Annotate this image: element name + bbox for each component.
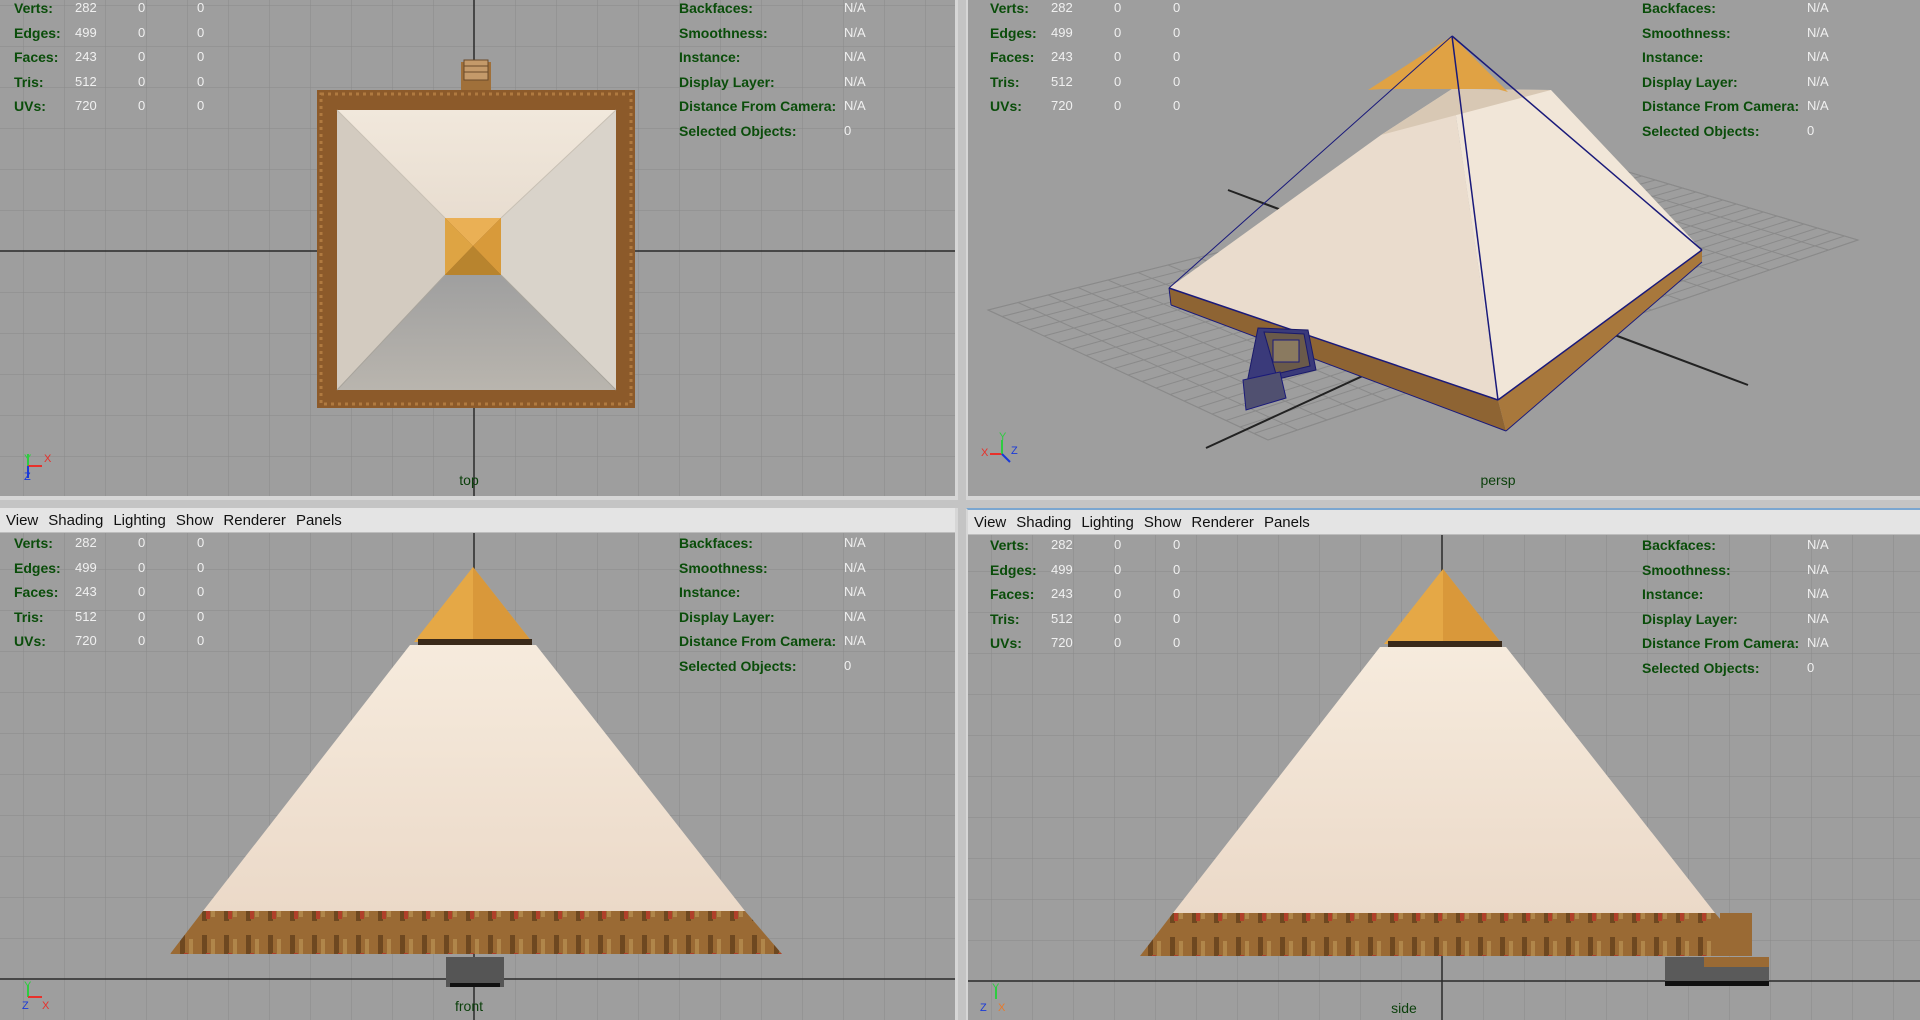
menu-renderer[interactable]: Renderer [220,512,293,529]
pyramid-top-view[interactable] [317,59,635,408]
axis-gizmo-icon: Y Z X [980,982,1006,1014]
info-hud-side: Backfaces: N/A Smoothness: N/A Instance: N/… [1642,537,1829,676]
svg-text:Y: Y [24,453,32,465]
viewport-top[interactable]: Verts: 282 0 0 Edges: 499 0 0 Faces: 243 0 0 Tris… [0,0,958,500]
menu-lighting[interactable]: Lighting [1078,514,1141,531]
viewport-menubar: View Shading Lighting Show Renderer Pane… [0,508,955,533]
axis-gizmo-icon: Y Z X [22,980,50,1012]
viewport-persp[interactable]: Verts: 282 0 0 Edges: 499 0 0 Faces: 243 0 0 Tris… [966,0,1920,500]
stats-hud-side: Verts: 282 0 0 Edges: 499 0 0 Faces: 243 0 0 Tris… [990,537,1181,651]
menu-panels[interactable]: Panels [293,512,349,529]
menu-shading[interactable]: Shading [1013,514,1078,531]
camera-label-top: top [459,472,479,488]
camera-label-front: front [454,998,483,1014]
pyramid-persp-view[interactable] [1168,35,1703,432]
svg-text:Z: Z [980,1002,987,1014]
stats-hud: Verts: 282 0 0 Edges: 499 0 0 Faces: 243 0 0 Tris… [14,0,205,114]
svg-text:Z: Z [22,1000,29,1012]
svg-text:Y: Y [992,982,1000,994]
svg-text:Y: Y [999,432,1007,443]
info-hud-persp: Backfaces: N/A Smoothness: N/A Instance: N/… [1642,0,1829,139]
camera-label-side: side [1391,1000,1417,1016]
svg-text:Y: Y [24,980,32,992]
menu-view[interactable]: View [3,512,45,529]
viewport-front[interactable]: View Shading Lighting Show Renderer Pane… [0,508,958,1020]
menu-lighting[interactable]: Lighting [110,512,173,529]
svg-text:Z: Z [1011,445,1018,457]
svg-text:X: X [44,453,52,465]
stats-hud-persp: Verts: 282 0 0 Edges: 499 0 0 Faces: 243 0 0 Tris… [990,0,1181,114]
menu-show[interactable]: Show [1141,514,1189,531]
menu-renderer[interactable]: Renderer [1188,514,1261,531]
camera-label-persp: persp [1480,472,1516,488]
svg-text:Z: Z [24,471,31,483]
info-hud: Backfaces: N/A Smoothness: N/A Instance: N/… [679,0,866,139]
axis-gizmo-icon: X Y Z [981,432,1018,463]
menu-view[interactable]: View [971,514,1013,531]
menu-panels[interactable]: Panels [1261,514,1317,531]
svg-text:X: X [42,1000,50,1012]
viewport-menubar: View Shading Lighting Show Renderer Pane… [968,510,1920,535]
menu-show[interactable]: Show [173,512,221,529]
axis-gizmo-icon: Y X Z [24,453,52,483]
menu-shading[interactable]: Shading [45,512,110,529]
info-hud-front: Backfaces: N/A Smoothness: N/A Instance: N/… [679,535,866,674]
svg-text:X: X [998,1002,1006,1014]
viewport-side[interactable]: View Shading Lighting Show Renderer Pane… [966,508,1920,1020]
svg-text:X: X [981,447,989,459]
stats-hud-front: Verts: 282 0 0 Edges: 499 0 0 Faces: 243 0 0 Tris… [14,535,205,649]
